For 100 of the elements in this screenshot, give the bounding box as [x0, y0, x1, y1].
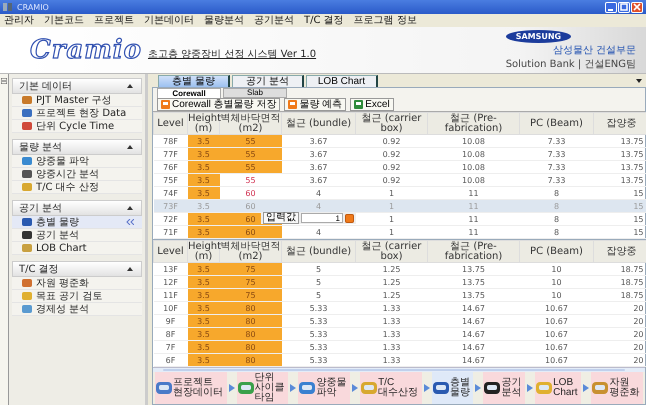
app-subtitle: 초고층 양중장비 선정 시스템 Ver 1.0 — [148, 48, 316, 61]
sidebar-item[interactable]: 프로젝트 현장 Data — [12, 107, 142, 120]
step-icon — [484, 381, 500, 395]
table-cell: 3.5 — [188, 314, 220, 328]
window-title: CRAMIO — [17, 2, 49, 12]
tab[interactable]: Corewall — [157, 88, 221, 98]
tab[interactable]: LOB Chart — [306, 75, 378, 87]
table-cell: 10 — [520, 288, 594, 302]
table-cell: 4 — [282, 200, 356, 212]
workflow-step[interactable]: 자원 평준화 — [591, 372, 643, 404]
step-icon — [299, 381, 316, 395]
table-cell: 60 — [220, 226, 282, 238]
table-cell: 14.67 — [428, 340, 520, 354]
menu-item[interactable]: 공기분석 — [254, 14, 294, 26]
sidebar-item[interactable]: T/C 대수 산정 — [12, 181, 142, 194]
table-cell: 18.75 — [594, 288, 646, 302]
sidebar-item[interactable]: 층별 물량 — [12, 216, 142, 229]
table-cell: 10 — [520, 276, 594, 289]
table-cell: 11 — [428, 200, 520, 212]
menu-item[interactable]: 프로젝트 — [94, 14, 134, 26]
table-cell: 3.5 — [188, 276, 220, 289]
table-cell: 75 — [220, 288, 282, 302]
section-header[interactable]: 물량 분석 — [12, 139, 142, 155]
step-icon — [536, 381, 552, 395]
toolbar-button[interactable]: Corewall 층별물량 저장 — [157, 98, 280, 111]
collapse-icon[interactable] — [127, 84, 133, 88]
column-header: 잡양중 — [594, 112, 646, 134]
table-cell: 3.5 — [188, 148, 220, 160]
table-cell: 7.33 — [520, 134, 594, 148]
workflow-step[interactable]: T/C 대수산정 — [360, 372, 422, 404]
table-cell: 3.67 — [282, 134, 356, 148]
table-cell: 3.5 — [188, 328, 220, 341]
column-header: 잡양중 — [594, 240, 646, 263]
table-cell: 73F — [154, 200, 188, 212]
section-header[interactable]: 기본 데이터 — [12, 78, 142, 94]
tab[interactable]: 층별 물량 — [158, 75, 230, 87]
menu-item[interactable]: 프로그램 정보 — [354, 14, 417, 26]
workflow-step[interactable]: 단위 사이클 타임 — [236, 372, 288, 404]
menu-item[interactable]: 관리자 — [4, 14, 34, 26]
table-cell: 10.67 — [520, 328, 594, 341]
table-cell: 11 — [428, 212, 520, 226]
sidebar-item[interactable]: 공기 분석 — [12, 229, 142, 242]
table-cell: 7.33 — [520, 160, 594, 174]
tab[interactable]: Slab — [223, 88, 287, 98]
menu-item[interactable]: T/C 결정 — [304, 14, 344, 26]
table-cell: 80 — [220, 340, 282, 354]
table-cell: 3.5 — [188, 186, 220, 200]
table-cell: 3.5 — [188, 340, 220, 354]
minimize-button[interactable] — [605, 2, 617, 12]
column-header: Level — [154, 240, 188, 263]
sidebar-item[interactable]: 단위 Cycle Time — [12, 120, 142, 133]
table-cell: 20 — [594, 328, 646, 341]
toolbar-button[interactable]: Excel — [350, 98, 394, 111]
app-icon — [3, 2, 13, 12]
toolbar-button[interactable]: 물량 예측 — [284, 98, 346, 111]
sidebar-item[interactable]: PJT Master 구성 — [12, 94, 142, 107]
arrow-icon — [583, 384, 590, 392]
table-cell: 10.67 — [520, 302, 594, 315]
section-title: T/C 결정 — [19, 263, 59, 276]
value-field[interactable]: 1 — [301, 213, 343, 223]
table-cell: 14.67 — [428, 314, 520, 328]
double-chevron-icon — [126, 219, 134, 225]
confirm-button[interactable] — [345, 214, 354, 222]
table-cell: 3.5 — [188, 262, 220, 276]
menu-item[interactable]: 물량분석 — [204, 14, 244, 26]
workflow-step[interactable]: 프로젝트 현장데이터 — [155, 372, 227, 404]
workflow-step[interactable]: 공기 분석 — [483, 372, 526, 404]
table-cell: 3.5 — [188, 174, 220, 186]
maximize-button[interactable] — [618, 2, 630, 12]
workflow-step[interactable]: 양중물 파악 — [298, 372, 350, 404]
table-cell: 1.33 — [356, 340, 428, 354]
dropdown-icon[interactable] — [636, 78, 642, 82]
sidebar-item[interactable]: 목표 공기 검토 — [12, 290, 142, 303]
table-cell: 55 — [220, 134, 282, 148]
menu-item[interactable]: 기본코드 — [44, 14, 84, 26]
sidebar-item[interactable]: 자원 평준화 — [12, 277, 142, 290]
column-header: Height (m) — [188, 240, 220, 263]
close-button[interactable] — [631, 2, 643, 12]
section-header[interactable]: 공기 분석 — [12, 200, 142, 216]
step-icon — [361, 381, 378, 395]
sidebar-item[interactable]: 경제성 분석 — [12, 303, 142, 316]
section-title: 공기 분석 — [19, 202, 62, 215]
collapse-icon[interactable] — [127, 267, 133, 271]
table-cell: 3.5 — [188, 302, 220, 315]
collapse-icon[interactable] — [127, 145, 133, 149]
sidebar-item[interactable]: 양중물 파악 — [12, 155, 142, 168]
table-cell: 1 — [356, 200, 428, 212]
sidebar-item[interactable]: 양중시간 분석 — [12, 168, 142, 181]
menu-item[interactable]: 기본데이터 — [144, 14, 194, 26]
column-header: 철근 (bundle) — [282, 112, 356, 134]
workflow-step[interactable]: LOB Chart — [535, 372, 582, 404]
section-header[interactable]: T/C 결정 — [12, 261, 142, 277]
collapse-icon[interactable] — [127, 206, 133, 210]
app-logo: Cramio — [30, 35, 142, 65]
sidebar-item[interactable]: LOB Chart — [12, 242, 142, 255]
arrow-icon — [527, 384, 534, 392]
tab[interactable]: 공기 분석 — [232, 75, 304, 87]
column-header: 벽체바닥면적 (m2) — [220, 112, 282, 134]
workflow-step[interactable]: 층별 물량 — [432, 372, 474, 404]
table-cell: 13.75 — [428, 276, 520, 289]
